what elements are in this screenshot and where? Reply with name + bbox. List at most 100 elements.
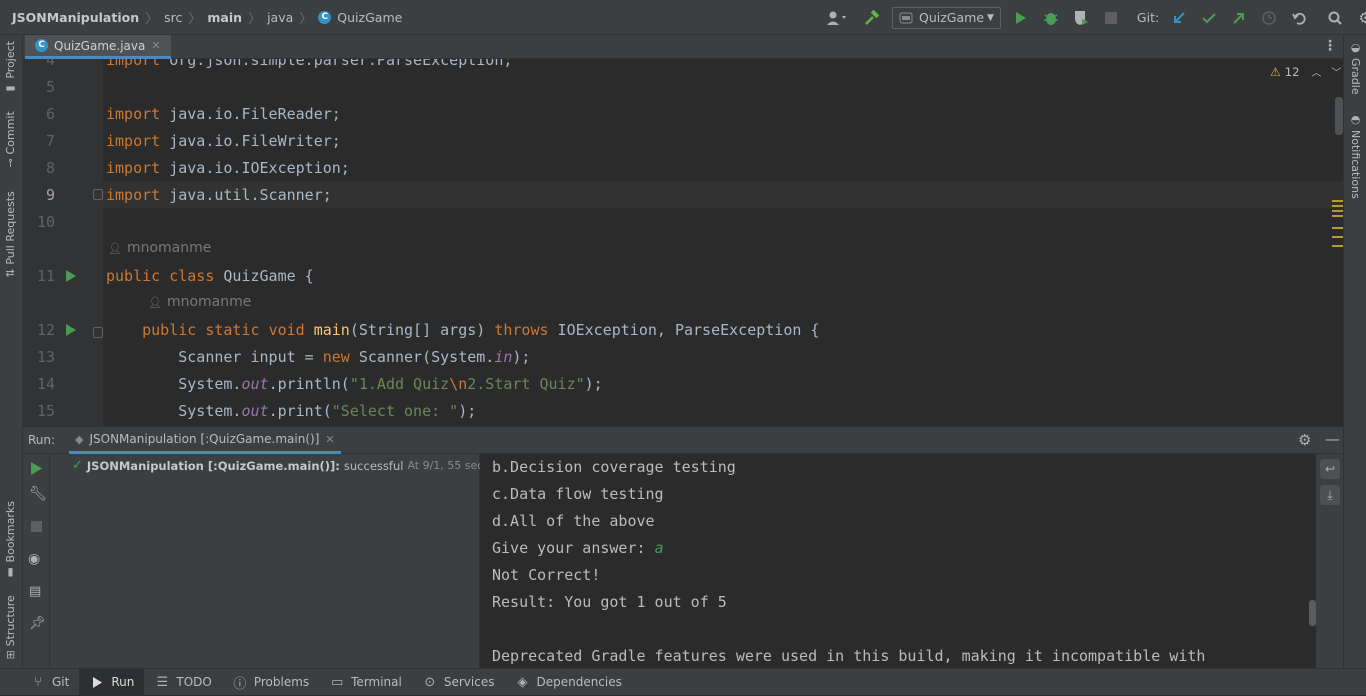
- coverage-icon[interactable]: [1071, 8, 1091, 28]
- terminal-tool-button[interactable]: ▭ Terminal: [319, 669, 412, 696]
- close-icon[interactable]: ✕: [151, 39, 160, 52]
- breadcrumb-java[interactable]: java: [267, 10, 293, 25]
- code-line: import java.io.FileWriter;: [106, 132, 341, 150]
- console-line: Result: You got 1 out of 5: [492, 593, 727, 611]
- settings-gear-icon[interactable]: ⚙: [1298, 431, 1311, 449]
- gradle-elephant-icon: ◆: [75, 432, 84, 446]
- error-stripe-mark[interactable]: [1332, 200, 1343, 202]
- code-line: public static void main(String[] args) t…: [142, 321, 820, 339]
- problems-tool-button[interactable]: ⓘ Problems: [222, 669, 319, 696]
- code-line: import java.io.IOException;: [106, 159, 350, 177]
- gradle-config-icon: [899, 12, 913, 23]
- user-icon[interactable]: [824, 8, 852, 28]
- breadcrumb-project[interactable]: JSONManipulation: [12, 10, 139, 25]
- wrench-icon[interactable]: 🔧︎: [29, 486, 47, 502]
- run-configuration-select[interactable]: QuizGame ▼: [892, 6, 1001, 29]
- run-tool-button[interactable]: Run: [79, 668, 145, 696]
- dependencies-tool-button[interactable]: ◈ Dependencies: [504, 669, 631, 696]
- rollback-icon[interactable]: [1289, 8, 1309, 28]
- stop-icon[interactable]: [1101, 8, 1121, 28]
- pull-requests-tool-button[interactable]: ⇅ Pull Requests: [4, 191, 17, 278]
- console-line: Give your answer: a: [492, 539, 664, 557]
- build-hammer-icon[interactable]: [862, 8, 882, 28]
- error-stripe-mark[interactable]: [1332, 205, 1343, 207]
- chevron-right-icon: 〉: [248, 11, 262, 27]
- more-options-icon[interactable]: ⋮: [1323, 38, 1337, 54]
- chevron-up-icon[interactable]: ︿: [1311, 64, 1321, 79]
- git-tool-button[interactable]: ⑂ Git: [20, 669, 79, 696]
- run-icon[interactable]: [1011, 8, 1031, 28]
- error-stripe-mark[interactable]: [1332, 236, 1343, 238]
- rerun-icon[interactable]: [31, 462, 42, 478]
- run-tab-label: JSONManipulation [:QuizGame.main()]: [89, 432, 320, 446]
- notifications-tool-button[interactable]: ◓ Notifications: [1349, 113, 1362, 199]
- commit-tool-button[interactable]: ⊸ Commit: [4, 111, 17, 167]
- stop-icon[interactable]: [31, 521, 42, 535]
- line-number: 12: [36, 321, 55, 339]
- editor-scrollbar[interactable]: [1335, 97, 1343, 135]
- chevron-down-icon: ▼: [987, 12, 994, 23]
- console-line: Deprecated Gradle features were used in …: [492, 647, 1206, 665]
- folder-icon: ▬: [4, 82, 17, 96]
- bookmarks-tool-button[interactable]: ▮ Bookmarks: [4, 501, 17, 579]
- fold-marker-icon[interactable]: [93, 327, 103, 338]
- history-icon[interactable]: [1259, 8, 1279, 28]
- breadcrumb-file[interactable]: QuizGame: [337, 10, 402, 25]
- terminal-icon: ▭: [330, 674, 344, 690]
- run-configuration-label: QuizGame: [919, 10, 985, 25]
- breadcrumb-main[interactable]: main: [207, 10, 242, 25]
- error-stripe-mark[interactable]: [1332, 210, 1343, 212]
- eye-icon[interactable]: ◉: [28, 551, 40, 567]
- author-hint[interactable]: 👤︎ mnomanme: [148, 294, 251, 310]
- pull-request-icon: ⇅: [4, 268, 17, 278]
- soft-wrap-icon[interactable]: ↩: [1320, 459, 1340, 479]
- console-toolbar: ↩ ⤓: [1316, 454, 1343, 668]
- settings-gear-icon[interactable]: ⚙: [1355, 8, 1366, 28]
- console-line: Not Correct!: [492, 566, 601, 584]
- run-tree-item-status: successful: [343, 458, 404, 473]
- error-stripe-mark[interactable]: [1332, 227, 1343, 229]
- inspection-widget[interactable]: ⚠ 12 ︿ ﹀: [1270, 64, 1341, 80]
- error-stripe-mark[interactable]: [1332, 215, 1343, 217]
- line-number: 11: [36, 267, 55, 285]
- error-stripe-mark[interactable]: [1332, 245, 1343, 247]
- check-icon: ✓: [72, 458, 83, 473]
- debug-icon[interactable]: [1041, 8, 1061, 28]
- structure-label: Structure: [4, 595, 17, 647]
- author-hint[interactable]: 👤︎ mnomanme: [108, 240, 211, 256]
- line-number: 14: [36, 375, 55, 393]
- todo-tool-button[interactable]: ☰ TODO: [144, 669, 221, 696]
- run-tree-item-name: JSONManipulation [:QuizGame.main()]:: [86, 458, 340, 473]
- pin-icon[interactable]: 📌︎: [29, 616, 46, 631]
- editor-tab-quizgame[interactable]: C QuizGame.java ✕: [25, 35, 171, 59]
- code-editor[interactable]: 4 5 6 7 8 9 10 11 12 13 14 15 import org…: [23, 59, 1343, 426]
- fold-marker-icon[interactable]: [93, 189, 103, 200]
- console-scrollbar[interactable]: [1309, 600, 1316, 626]
- run-tree-item[interactable]: ✓ JSONManipulation [:QuizGame.main()]: s…: [72, 458, 531, 473]
- warning-count: 12: [1284, 64, 1300, 79]
- bell-icon: ◓: [1349, 113, 1362, 126]
- structure-tool-button[interactable]: ⊞ Structure: [4, 595, 17, 659]
- project-tool-button[interactable]: ▬ Project: [4, 41, 17, 96]
- services-tool-button[interactable]: ⊙ Services: [412, 669, 505, 696]
- run-tab[interactable]: ◆ JSONManipulation [:QuizGame.main()] ✕: [69, 427, 341, 454]
- list-icon: ☰: [156, 674, 169, 690]
- minimize-icon[interactable]: —: [1325, 430, 1340, 448]
- layout-icon[interactable]: ▤: [29, 584, 41, 599]
- git-commit-icon[interactable]: [1199, 8, 1219, 28]
- scroll-to-end-icon[interactable]: ⤓: [1320, 485, 1340, 505]
- search-icon[interactable]: [1325, 8, 1345, 28]
- close-icon[interactable]: ✕: [325, 433, 334, 446]
- console-output[interactable]: b.Decision coverage testing c.Data flow …: [480, 454, 1316, 668]
- run-gutter-icon[interactable]: [66, 324, 76, 336]
- services-icon: ⊙: [424, 674, 436, 690]
- breadcrumb-src[interactable]: src: [164, 10, 182, 25]
- run-gutter-icon[interactable]: [66, 270, 76, 282]
- gradle-icon: ◒: [1349, 41, 1362, 54]
- chevron-down-icon[interactable]: ﹀: [1331, 64, 1341, 79]
- gradle-tool-button[interactable]: ◒ Gradle: [1349, 41, 1362, 95]
- git-update-icon[interactable]: [1169, 8, 1189, 28]
- git-push-icon[interactable]: [1229, 8, 1249, 28]
- code-line: import java.util.Scanner;: [106, 186, 332, 204]
- commit-label: Commit: [4, 111, 17, 155]
